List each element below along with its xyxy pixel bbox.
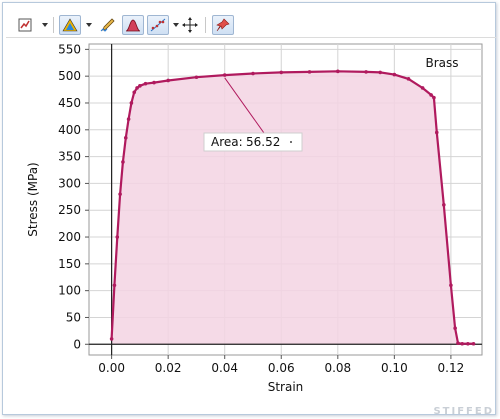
data-point (251, 71, 255, 76)
data-point (121, 160, 125, 164)
area-tool-button[interactable] (122, 15, 144, 35)
curve-fit-icon (150, 18, 166, 32)
data-point (112, 283, 117, 288)
curve-fit-button[interactable] (147, 15, 169, 35)
data-point (129, 101, 134, 105)
x-tick-label: 0.02 (155, 361, 182, 375)
data-point (126, 117, 131, 121)
y-tick-label: 50 (66, 310, 81, 324)
stress-strain-chart: 0.00 0.02 0.04 0.06 0.08 0.10 0.12 0 50 100 150 200… (26, 42, 483, 394)
data-point (456, 341, 460, 346)
chart-toolbar (6, 7, 496, 38)
annotation-label: Area: (211, 135, 243, 149)
x-axis-title: Strain (268, 380, 304, 394)
x-tick-label: 0.08 (324, 361, 351, 375)
triangle-colors-icon (62, 18, 78, 32)
toolbar-separator (205, 17, 206, 33)
watermark-text: STIFFED (433, 406, 494, 417)
y-tick-label: 450 (58, 96, 81, 110)
x-tick-label: 0.10 (381, 361, 408, 375)
y-tick-label: 400 (58, 123, 81, 137)
legend-entry-brass: Brass (425, 56, 458, 70)
data-point (143, 81, 148, 86)
y-axis-title: Stress (MPa) (26, 162, 40, 236)
data-point (429, 93, 433, 97)
chart-properties-button[interactable] (16, 15, 34, 35)
data-point (364, 70, 368, 74)
data-point (132, 90, 137, 95)
data-point (194, 75, 199, 80)
chart-properties-icon (18, 18, 32, 32)
area-fill (111, 71, 474, 345)
triangle-colors-dropdown[interactable] (86, 23, 92, 27)
data-point (152, 80, 156, 85)
data-point (453, 326, 457, 330)
area-peak-icon (125, 19, 141, 32)
y-tick-label: 350 (58, 150, 81, 164)
pin-annotation-button[interactable] (212, 15, 234, 35)
data-point (166, 78, 170, 83)
data-point (109, 337, 114, 341)
move-button[interactable] (181, 15, 199, 35)
y-tick-label: 0 (73, 337, 81, 351)
data-point (279, 70, 284, 75)
y-tick-label: 300 (58, 176, 81, 190)
annotation-value: 56.52 (246, 135, 280, 149)
data-point (471, 341, 476, 346)
y-tick-label: 200 (58, 230, 81, 244)
data-point (118, 192, 122, 196)
data-point (115, 235, 120, 239)
y-tick-label: 100 (58, 284, 81, 298)
data-point (406, 77, 411, 81)
draw-pencil-button[interactable] (98, 15, 118, 35)
y-tick-label: 550 (58, 42, 81, 56)
data-point (222, 73, 227, 77)
chart-properties-dropdown[interactable] (42, 23, 48, 27)
toolbar-separator (53, 17, 54, 33)
data-point (392, 72, 397, 77)
data-point (307, 70, 312, 74)
x-tick-label: 0.00 (98, 361, 125, 375)
data-point (460, 341, 465, 346)
data-point (420, 86, 425, 90)
y-tick-label: 250 (58, 203, 81, 217)
pencil-draw-icon (100, 18, 115, 32)
data-point (449, 283, 453, 288)
data-point (138, 84, 142, 88)
y-tick-label: 500 (58, 69, 81, 83)
y-tick-label: 150 (58, 257, 81, 271)
data-point (432, 95, 436, 100)
data-point (378, 70, 383, 75)
data-point (442, 203, 446, 207)
data-point (466, 341, 470, 346)
data-point (123, 136, 128, 140)
curve-fit-dropdown[interactable] (173, 23, 179, 27)
pin-annotation-icon (216, 18, 230, 32)
data-point (434, 130, 439, 135)
annotation-handle[interactable] (290, 141, 292, 143)
chart-window: 0.00 0.02 0.04 0.06 0.08 0.10 0.12 0 50 100 150 200… (2, 2, 496, 415)
data-point (336, 69, 340, 74)
x-tick-label: 0.04 (211, 361, 238, 375)
move-crosshair-icon (182, 17, 198, 33)
triangle-colors-button[interactable] (59, 15, 81, 35)
x-tick-label: 0.06 (268, 361, 295, 375)
x-tick-label: 0.12 (438, 361, 465, 375)
